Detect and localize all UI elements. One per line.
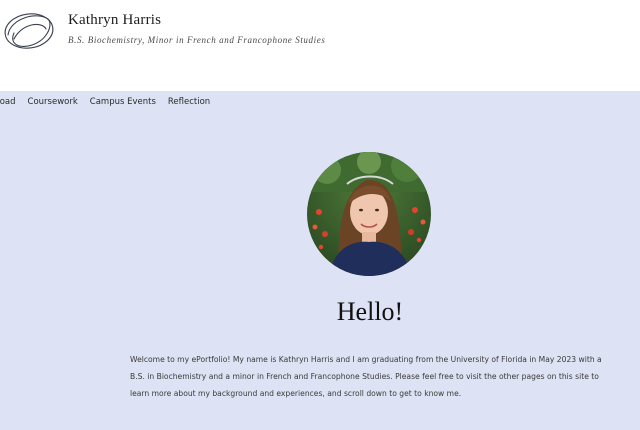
scribble-logo-icon[interactable] (2, 9, 56, 53)
site-title[interactable]: Kathryn Harris (68, 12, 161, 29)
nav-item-campus-events[interactable]: Campus Events (90, 97, 156, 107)
nav-item-reflection[interactable]: Reflection (168, 97, 210, 107)
profile-photo (307, 152, 431, 276)
intro-paragraph: Welcome to my ePortfolio! My name is Kat… (130, 354, 602, 398)
nav-item-coursework[interactable]: Coursework (28, 97, 78, 107)
site-header: Kathryn Harris B.S. Biochemistry, Minor … (0, 0, 640, 91)
hello-heading: Hello! (336, 297, 404, 326)
site-tagline: B.S. Biochemistry, Minor in French and F… (68, 35, 326, 45)
main-nav: broad Coursework Campus Events Reflectio… (0, 97, 210, 107)
nav-item-study-abroad[interactable]: broad (0, 97, 16, 107)
